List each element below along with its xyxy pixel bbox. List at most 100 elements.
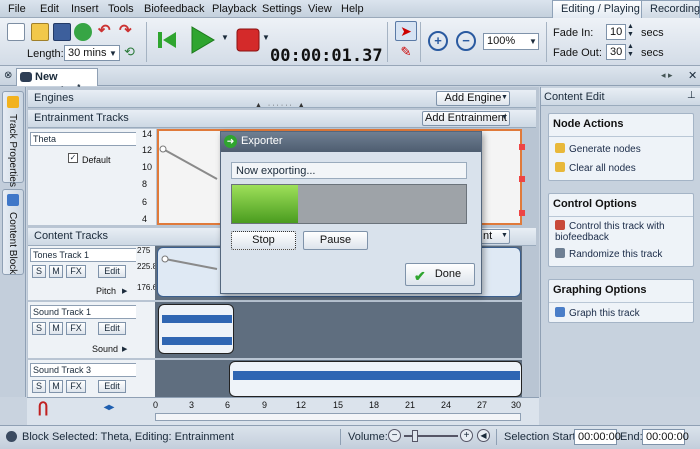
menu-insert[interactable]: Insert (71, 3, 99, 15)
fade-in-units: secs (641, 27, 664, 39)
solo-button[interactable]: S (32, 322, 46, 335)
chevron-down-icon[interactable]: ▼ (501, 114, 508, 121)
audio-block[interactable] (229, 361, 522, 397)
export-icon[interactable] (74, 23, 92, 41)
play-options-chevron-icon[interactable]: ▼ (221, 33, 229, 42)
redo-icon[interactable]: ↷ (119, 23, 137, 41)
add-engine-button[interactable]: Add Engine (436, 91, 510, 106)
play-icon[interactable] (188, 24, 216, 56)
pencil-cursor-icon[interactable]: ✎ (395, 43, 417, 63)
volume-up-icon[interactable]: + (460, 429, 473, 442)
record-options-chevron-icon[interactable]: ▼ (262, 33, 270, 42)
side-tab-content-block[interactable]: Content Block (2, 189, 24, 275)
graph-node[interactable] (519, 144, 525, 150)
mute-button[interactable]: M (49, 380, 63, 393)
stop-button[interactable]: Stop (231, 231, 296, 250)
track-name[interactable]: Tones Track 1 (30, 248, 138, 262)
tab-scroll-icons[interactable]: ◂ ▸ (661, 70, 673, 81)
mute-button[interactable]: M (49, 265, 63, 278)
track-name[interactable]: Sound Track 1 (30, 305, 138, 319)
menu-edit[interactable]: Edit (40, 3, 59, 15)
biofeedback-control-link[interactable]: Control this track with biofeedback (555, 220, 691, 243)
graphing-options-group: Graphing Options Graph this track (548, 279, 694, 323)
fx-button[interactable]: FX (66, 380, 86, 393)
solo-button[interactable]: S (32, 380, 46, 393)
side-tab-track-properties[interactable]: Track Properties (2, 91, 24, 187)
toolbar: ↶ ↷ Length: 30 mins ▼ ⟲ ▼ ▼ 00:00:01.37 … (0, 18, 700, 66)
menu-help[interactable]: Help (341, 3, 364, 15)
pause-button[interactable]: Pause (303, 231, 368, 250)
zoom-out-icon[interactable]: − (456, 31, 476, 51)
done-button[interactable]: ✔ Done (405, 263, 475, 286)
generate-nodes-link[interactable]: Generate nodes (555, 143, 641, 155)
exporter-dialog: ➜ Exporter Now exporting... Stop Pause ✔… (220, 131, 482, 294)
expand-timeline-icon[interactable]: ◂▸ (104, 402, 114, 413)
audio-block[interactable] (158, 304, 234, 354)
fade-out-input[interactable]: 30 (606, 44, 626, 60)
selection-end-input[interactable]: 00:00:00 (642, 429, 689, 445)
open-folder-icon[interactable] (31, 23, 49, 41)
fade-in-input[interactable]: 10 (606, 24, 626, 40)
fade-in-spinner[interactable]: ▲ ▼ (627, 23, 634, 39)
pin-icon[interactable]: ⊥ (687, 90, 696, 101)
control-options-group: Control Options Control this track with … (548, 193, 694, 267)
randomize-track-link[interactable]: Randomize this track (555, 248, 662, 260)
select-cursor-icon[interactable]: ➤ (395, 21, 417, 41)
graph-track-link[interactable]: Graph this track (555, 307, 640, 319)
chevron-down-icon[interactable]: ▼ (109, 49, 117, 58)
default-label: Default (82, 155, 111, 165)
expand-icon[interactable]: ▶ (122, 345, 127, 353)
node-actions-group: Node Actions Generate nodes Clear all no… (548, 113, 694, 181)
edit-button[interactable]: Edit (98, 265, 126, 278)
solo-button[interactable]: S (32, 265, 46, 278)
fade-in-label: Fade In: (553, 27, 594, 39)
edit-button[interactable]: Edit (98, 322, 126, 335)
clear-nodes-link[interactable]: Clear all nodes (555, 162, 636, 174)
splitter-handle[interactable]: ▲ ······ ▲ (255, 102, 307, 109)
track-properties-icon (7, 96, 19, 108)
save-icon[interactable] (53, 23, 71, 41)
tab-new-session[interactable]: New Session* (16, 68, 98, 98)
progress-fill (232, 185, 298, 223)
magnet-icon[interactable]: Ⴖ (38, 400, 48, 420)
fx-button[interactable]: FX (66, 265, 86, 278)
new-file-icon[interactable] (7, 23, 25, 41)
menu-file[interactable]: File (8, 3, 26, 15)
playback-time: 00:00:01.37 (270, 46, 383, 66)
volume-slider-thumb[interactable] (412, 430, 418, 442)
loop-icon[interactable]: ⟲ (124, 44, 142, 62)
dialog-titlebar[interactable]: ➜ Exporter (221, 132, 481, 152)
selection-start-input[interactable]: 00:00:00 (574, 429, 621, 445)
expand-icon[interactable]: ▶ (122, 287, 127, 295)
speaker-icon[interactable]: ◀ (477, 429, 490, 442)
track-name[interactable]: Theta (30, 132, 138, 146)
tab-recording[interactable]: Recording (641, 0, 700, 18)
fx-button[interactable]: FX (66, 322, 86, 335)
default-checkbox[interactable]: ✓ (68, 153, 78, 163)
rewind-icon[interactable] (156, 28, 178, 52)
mute-button[interactable]: M (49, 322, 63, 335)
tab-editing-playing[interactable]: Editing / Playing (552, 0, 649, 18)
track-name[interactable]: Sound Track 3 (30, 363, 138, 377)
menu-view[interactable]: View (308, 3, 332, 15)
add-entrainment-button[interactable]: Add Entrainment (422, 111, 510, 126)
graph-node[interactable] (519, 210, 525, 216)
edit-button[interactable]: Edit (98, 380, 126, 393)
menu-playback[interactable]: Playback (212, 3, 257, 15)
chevron-down-icon[interactable]: ▼ (501, 94, 508, 101)
menu-settings[interactable]: Settings (262, 3, 302, 15)
menu-tools[interactable]: Tools (108, 3, 134, 15)
timeline-scrollbar[interactable] (155, 413, 521, 421)
graph-node[interactable] (519, 176, 525, 182)
menu-biofeedback[interactable]: Biofeedback (144, 3, 205, 15)
fade-out-spinner[interactable]: ▲ ▼ (627, 43, 634, 59)
close-icon[interactable]: ⊗ (4, 70, 12, 81)
record-icon[interactable] (235, 27, 261, 53)
zoom-in-icon[interactable]: + (428, 31, 448, 51)
user-status-icon (6, 431, 17, 442)
volume-down-icon[interactable]: − (388, 429, 401, 442)
undo-icon[interactable]: ↶ (98, 23, 116, 41)
chevron-down-icon[interactable]: ▼ (529, 37, 537, 46)
chevron-down-icon[interactable]: ▼ (501, 232, 508, 239)
close-doc-icon[interactable]: ✕ (688, 69, 697, 82)
